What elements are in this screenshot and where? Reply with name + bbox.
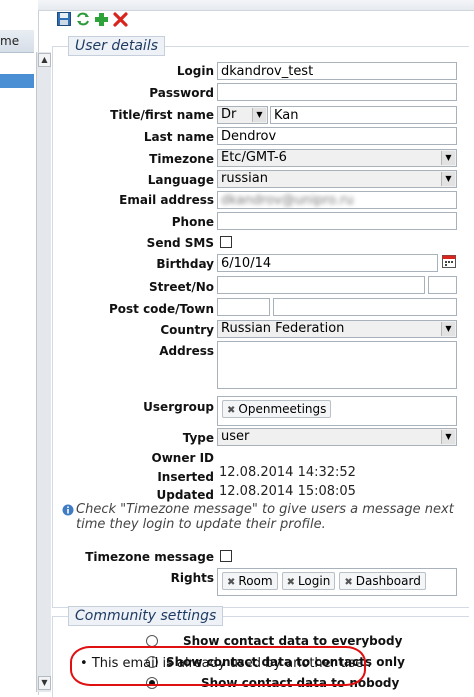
add-icon[interactable] bbox=[94, 12, 109, 27]
calendar-icon[interactable] bbox=[442, 254, 456, 268]
timezone-info-note: Check "Timezone message" to give users a… bbox=[76, 502, 454, 532]
sidebar-header-label: me bbox=[0, 34, 20, 48]
community-settings-legend: Community settings bbox=[68, 606, 224, 626]
title-select[interactable]: Dr ▼ bbox=[217, 106, 268, 124]
rights-label: Rights bbox=[170, 571, 214, 585]
birthday-label: Birthday bbox=[156, 257, 214, 271]
remove-icon[interactable]: ✖ bbox=[287, 577, 295, 588]
info-icon bbox=[62, 504, 74, 516]
save-icon[interactable] bbox=[56, 12, 71, 27]
rights-chip[interactable]: ✖ Login bbox=[281, 572, 336, 590]
town-input[interactable] bbox=[273, 298, 457, 316]
birthday-input[interactable]: 6/10/14 bbox=[217, 254, 438, 272]
rights-chip[interactable]: ✖ Dashboard bbox=[339, 572, 426, 590]
phone-label: Phone bbox=[171, 215, 214, 229]
top-strip bbox=[38, 0, 474, 11]
email-label: Email address bbox=[119, 193, 214, 207]
timezone-value: Etc/GMT-6 bbox=[221, 150, 287, 165]
login-input[interactable]: dkandrov_test bbox=[217, 62, 457, 80]
chevron-down-icon: ▼ bbox=[252, 108, 266, 122]
email-input[interactable]: dkandrov@unipro.ru bbox=[217, 191, 457, 209]
updated-value: 12.08.2014 15:08:05 bbox=[219, 484, 356, 499]
remove-icon[interactable]: ✖ bbox=[344, 577, 352, 588]
last-name-label: Last name bbox=[143, 130, 214, 144]
email-value: dkandrov@unipro.ru bbox=[221, 193, 354, 208]
chevron-down-icon: ▼ bbox=[441, 322, 455, 336]
inserted-value: 12.08.2014 14:32:52 bbox=[219, 465, 356, 480]
street-no-label: Street/No bbox=[149, 280, 214, 294]
language-label: Language bbox=[147, 173, 214, 187]
owner-id-label: Owner ID bbox=[151, 451, 215, 465]
address-label: Address bbox=[159, 344, 214, 358]
country-value: Russian Federation bbox=[221, 321, 345, 336]
language-select[interactable]: russian ▼ bbox=[217, 170, 457, 188]
chevron-down-icon: ▼ bbox=[441, 151, 455, 165]
type-value: user bbox=[221, 429, 250, 444]
address-textarea[interactable] bbox=[217, 341, 457, 389]
country-select[interactable]: Russian Federation ▼ bbox=[217, 320, 457, 338]
timezone-message-checkbox[interactable] bbox=[220, 550, 232, 562]
sidebar-scrollbar[interactable]: ▲ ▼ bbox=[36, 52, 51, 692]
left-panel bbox=[0, 0, 39, 695]
scroll-down-arrow-icon[interactable]: ▼ bbox=[38, 676, 51, 690]
usergroup-chip[interactable]: ✖ Openmeetings bbox=[222, 400, 332, 418]
house-no-input[interactable] bbox=[428, 276, 457, 294]
remove-icon[interactable]: ✖ bbox=[227, 405, 235, 416]
usergroup-multiselect[interactable]: ✖ Openmeetings bbox=[217, 396, 457, 426]
error-highlight-outline bbox=[70, 646, 366, 686]
first-name-input[interactable]: Kan bbox=[270, 106, 457, 124]
timezone-select[interactable]: Etc/GMT-6 ▼ bbox=[217, 149, 457, 167]
type-label: Type bbox=[182, 431, 214, 445]
phone-input[interactable] bbox=[217, 212, 457, 230]
scroll-up-arrow-icon[interactable]: ▲ bbox=[38, 53, 51, 67]
sidebar-column-header[interactable]: me bbox=[0, 30, 34, 53]
usergroup-label: Usergroup bbox=[143, 400, 214, 414]
type-select[interactable]: user ▼ bbox=[217, 428, 457, 446]
chevron-down-icon: ▼ bbox=[441, 430, 455, 444]
delete-icon[interactable] bbox=[113, 12, 128, 27]
user-details-legend: User details bbox=[68, 36, 166, 56]
password-input[interactable] bbox=[217, 83, 457, 101]
language-value: russian bbox=[221, 171, 268, 186]
rights-chip[interactable]: ✖ Room bbox=[222, 572, 278, 590]
inserted-label: Inserted bbox=[157, 470, 214, 484]
rights-multiselect[interactable]: ✖ Room ✖ Login ✖ Dashboard bbox=[217, 568, 457, 596]
chevron-down-icon: ▼ bbox=[441, 172, 455, 186]
login-label: Login bbox=[176, 64, 214, 78]
timezone-message-label: Timezone message bbox=[85, 550, 214, 564]
street-input[interactable] bbox=[217, 276, 425, 294]
password-label: Password bbox=[149, 86, 214, 100]
sidebar-selected-row[interactable] bbox=[0, 74, 34, 88]
remove-icon[interactable]: ✖ bbox=[227, 577, 235, 588]
send-sms-checkbox[interactable] bbox=[220, 236, 232, 248]
title-first-name-label: Title/first name bbox=[110, 108, 214, 122]
timezone-label: Timezone bbox=[149, 152, 214, 166]
updated-label: Updated bbox=[156, 488, 215, 502]
send-sms-label: Send SMS bbox=[146, 236, 214, 250]
country-label: Country bbox=[160, 323, 214, 337]
title-value: Dr bbox=[221, 107, 237, 122]
post-code-town-label: Post code/Town bbox=[108, 302, 214, 316]
refresh-icon[interactable] bbox=[75, 12, 90, 27]
last-name-input[interactable]: Dendrov bbox=[217, 127, 457, 145]
post-code-input[interactable] bbox=[217, 298, 270, 316]
